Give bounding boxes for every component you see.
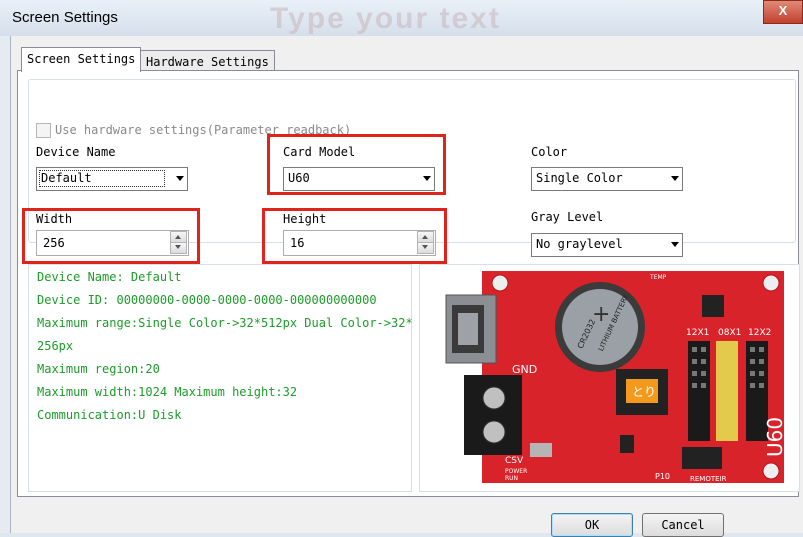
color-value: Single Color: [536, 171, 623, 185]
highlight-height: [262, 208, 447, 264]
gray-level-select[interactable]: No graylevel: [531, 233, 683, 257]
chevron-down-icon: [176, 176, 184, 181]
cancel-button[interactable]: Cancel: [642, 513, 724, 537]
window-frame-edge: [0, 36, 10, 533]
use-hardware-checkbox[interactable]: [36, 123, 51, 138]
run-label: RUN: [505, 475, 518, 482]
port-08x1: 08X1: [718, 328, 741, 338]
logo-text: とり: [632, 385, 656, 399]
gray-level-value: No graylevel: [536, 237, 623, 251]
info-max-size: Maximum width:1024 Maximum height:32: [37, 385, 298, 399]
model-label: U60: [763, 417, 787, 457]
window-title: Screen Settings: [12, 9, 118, 26]
ok-button[interactable]: OK: [551, 513, 633, 537]
device-name-label: Device Name: [36, 145, 116, 159]
title-bar: Screen Settings Type your text X: [0, 0, 803, 36]
tab-panel: Use hardware settings(Parameter readback…: [17, 70, 800, 497]
chevron-down-icon: [671, 242, 679, 247]
close-button[interactable]: X: [763, 0, 803, 24]
color-select[interactable]: Single Color: [531, 167, 683, 191]
highlight-width: [22, 208, 200, 264]
gnd-label: GND: [512, 363, 537, 376]
pcb-image: + CR2032 LITHIUM BATTERY とり 12X1 08X1 12…: [445, 271, 787, 483]
info-max-range: Maximum range:Single Color->32*512px Dua…: [37, 316, 413, 330]
dialog-client-area: Screen Settings Hardware Settings Use ha…: [10, 36, 803, 537]
info-max-region: Maximum region:20: [37, 362, 160, 376]
temp-label: TEMP: [649, 274, 667, 281]
csv-label: CSV: [505, 456, 524, 466]
info-communication: Communication:U Disk: [37, 408, 182, 422]
info-device-name: Device Name: Default: [37, 270, 182, 284]
port-12x2: 12X2: [748, 328, 771, 338]
tab-screen-settings[interactable]: Screen Settings: [21, 47, 142, 72]
remote-label: REMOTEIR: [690, 475, 727, 483]
watermark-text: Type your text: [270, 2, 501, 35]
info-max-range-cont: 256px: [37, 339, 74, 353]
power-label: POWER: [505, 468, 527, 475]
device-name-select[interactable]: Default: [36, 167, 188, 191]
port-12x1: 12X1: [686, 328, 709, 338]
device-name-value: Default: [41, 171, 92, 185]
color-label: Color: [531, 145, 568, 159]
info-device-id: Device ID: 00000000-0000-0000-0000-00000…: [37, 293, 377, 307]
device-info-panel: Device Name: Default Device ID: 00000000…: [28, 264, 413, 492]
controller-card-image: + CR2032 LITHIUM BATTERY とり 12X1 08X1 12…: [419, 264, 800, 492]
chevron-down-icon: [671, 176, 679, 181]
p10-label: P10: [655, 472, 670, 481]
highlight-card-model: [267, 134, 446, 195]
gray-level-label: Gray Level: [531, 210, 604, 224]
